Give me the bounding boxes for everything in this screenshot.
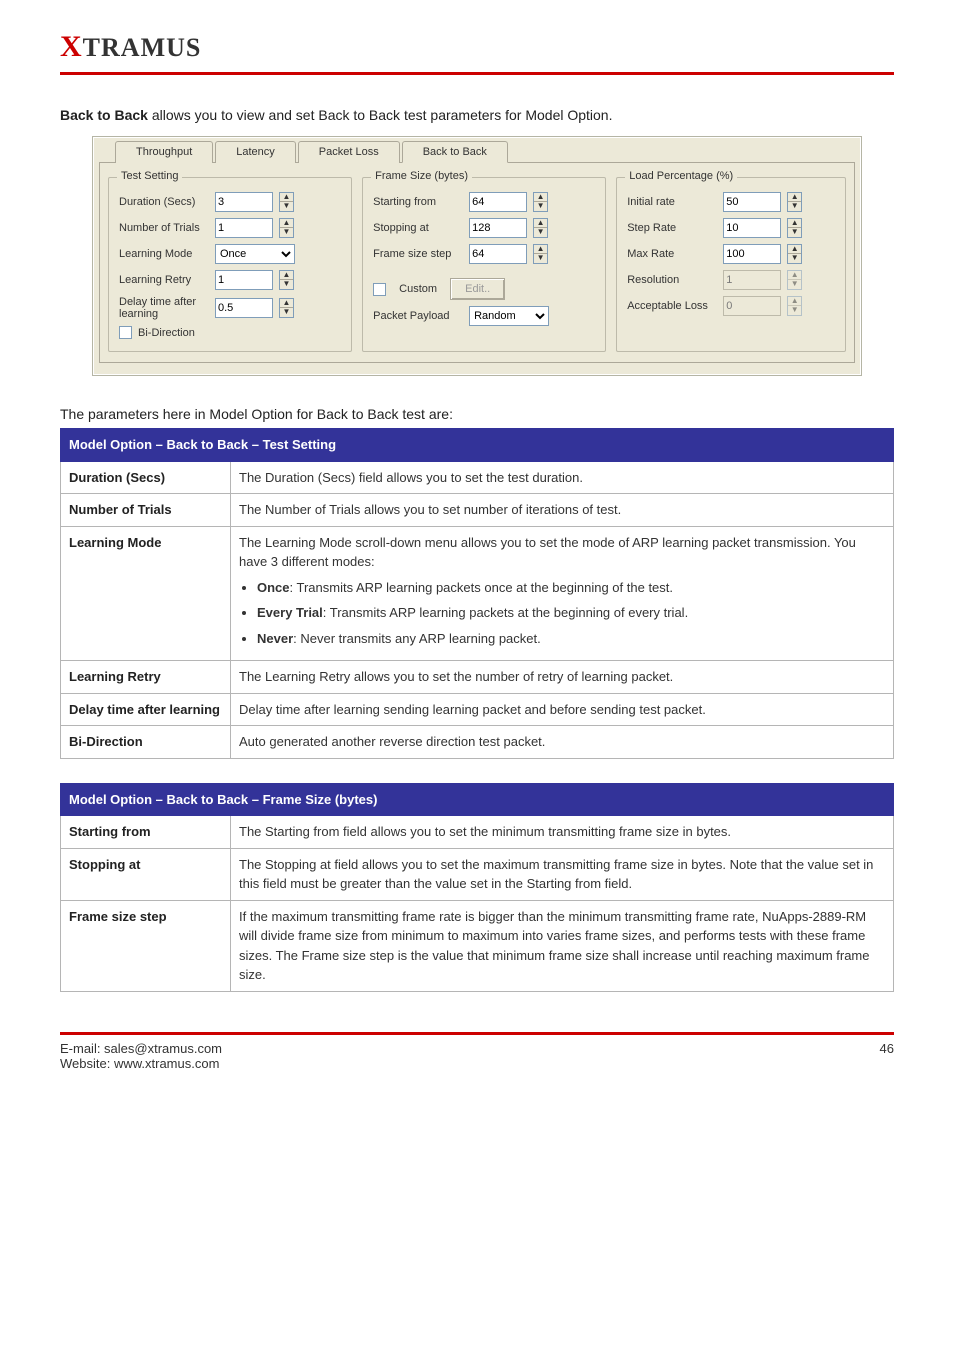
from-label: Starting from bbox=[373, 196, 463, 208]
delay-label: Delay time after learning bbox=[119, 296, 209, 320]
trials-label: Number of Trials bbox=[119, 222, 209, 234]
mode-label: Learning Mode bbox=[119, 248, 209, 260]
lstep-spinner[interactable]: ▲▼ bbox=[787, 218, 802, 238]
custom-label: Custom bbox=[392, 283, 444, 295]
payload-label: Packet Payload bbox=[373, 310, 463, 322]
page-footer: E-mail: sales@xtramus.com Website: www.x… bbox=[60, 1041, 894, 1071]
init-label: Initial rate bbox=[627, 196, 717, 208]
init-input[interactable] bbox=[723, 192, 781, 212]
table-row: Learning Mode The Learning Mode scroll-d… bbox=[61, 526, 894, 661]
group-title: Load Percentage (%) bbox=[625, 170, 737, 182]
delay-input[interactable] bbox=[215, 298, 273, 318]
table-row: Starting from The Starting from field al… bbox=[61, 816, 894, 849]
fstep-spinner[interactable]: ▲▼ bbox=[533, 244, 548, 264]
to-label: Stopping at bbox=[373, 222, 463, 234]
page-number: 46 bbox=[880, 1041, 894, 1071]
group-title: Frame Size (bytes) bbox=[371, 170, 472, 182]
brand-logo: XTRAMUS bbox=[60, 30, 894, 64]
learning-mode-select[interactable]: Once bbox=[215, 244, 295, 264]
header-rule bbox=[60, 72, 894, 75]
lstep-label: Step Rate bbox=[627, 222, 717, 234]
model-option-dialog: Throughput Latency Packet Loss Back to B… bbox=[92, 136, 862, 376]
loss-input bbox=[723, 296, 781, 316]
res-spinner: ▲▼ bbox=[787, 270, 802, 290]
table-frame-size: Model Option – Back to Back – Frame Size… bbox=[60, 783, 894, 992]
duration-spinner[interactable]: ▲▼ bbox=[279, 192, 294, 212]
max-label: Max Rate bbox=[627, 248, 717, 260]
retry-spinner[interactable]: ▲▼ bbox=[279, 270, 294, 290]
table-row: Frame size step If the maximum transmitt… bbox=[61, 900, 894, 991]
res-input bbox=[723, 270, 781, 290]
from-spinner[interactable]: ▲▼ bbox=[533, 192, 548, 212]
duration-input[interactable] bbox=[215, 192, 273, 212]
from-input[interactable] bbox=[469, 192, 527, 212]
payload-select[interactable]: Random bbox=[469, 306, 549, 326]
table-row: Number of Trials The Number of Trials al… bbox=[61, 494, 894, 527]
to-spinner[interactable]: ▲▼ bbox=[533, 218, 548, 238]
max-input[interactable] bbox=[723, 244, 781, 264]
fstep-input[interactable] bbox=[469, 244, 527, 264]
retry-label: Learning Retry bbox=[119, 274, 209, 286]
table-row: Bi-Direction Auto generated another reve… bbox=[61, 726, 894, 759]
bidir-label: Bi-Direction bbox=[138, 327, 195, 339]
trials-spinner[interactable]: ▲▼ bbox=[279, 218, 294, 238]
group-load-percentage: Load Percentage (%) Initial rate ▲▼ Step… bbox=[616, 177, 846, 352]
table-row: Stopping at The Stopping at field allows… bbox=[61, 848, 894, 900]
fstep-label: Frame size step bbox=[373, 248, 463, 260]
edit-button[interactable]: Edit.. bbox=[450, 278, 505, 300]
group-title: Test Setting bbox=[117, 170, 182, 182]
group-test-setting: Test Setting Duration (Secs) ▲▼ Number o… bbox=[108, 177, 352, 352]
table-row: Learning Retry The Learning Retry allows… bbox=[61, 661, 894, 694]
max-spinner[interactable]: ▲▼ bbox=[787, 244, 802, 264]
lstep-input[interactable] bbox=[723, 218, 781, 238]
tab-throughput[interactable]: Throughput bbox=[115, 141, 213, 163]
intro-text: Back to Back allows you to view and set … bbox=[60, 105, 894, 126]
custom-checkbox[interactable] bbox=[373, 283, 386, 296]
group-frame-size: Frame Size (bytes) Starting from ▲▼ Stop… bbox=[362, 177, 606, 352]
init-spinner[interactable]: ▲▼ bbox=[787, 192, 802, 212]
tables-intro: The parameters here in Model Option for … bbox=[60, 406, 894, 422]
to-input[interactable] bbox=[469, 218, 527, 238]
loss-label: Acceptable Loss bbox=[627, 300, 717, 312]
tab-packet-loss[interactable]: Packet Loss bbox=[298, 141, 400, 163]
table-test-setting: Model Option – Back to Back – Test Setti… bbox=[60, 428, 894, 759]
loss-spinner: ▲▼ bbox=[787, 296, 802, 316]
tab-latency[interactable]: Latency bbox=[215, 141, 296, 163]
delay-spinner[interactable]: ▲▼ bbox=[279, 298, 294, 318]
res-label: Resolution bbox=[627, 274, 717, 286]
trials-input[interactable] bbox=[215, 218, 273, 238]
table-row: Delay time after learning Delay time aft… bbox=[61, 693, 894, 726]
bidir-checkbox[interactable] bbox=[119, 326, 132, 339]
table-row: Duration (Secs) The Duration (Secs) fiel… bbox=[61, 461, 894, 494]
footer-rule bbox=[60, 1032, 894, 1035]
retry-input[interactable] bbox=[215, 270, 273, 290]
tab-back-to-back[interactable]: Back to Back bbox=[402, 141, 508, 163]
duration-label: Duration (Secs) bbox=[119, 196, 209, 208]
